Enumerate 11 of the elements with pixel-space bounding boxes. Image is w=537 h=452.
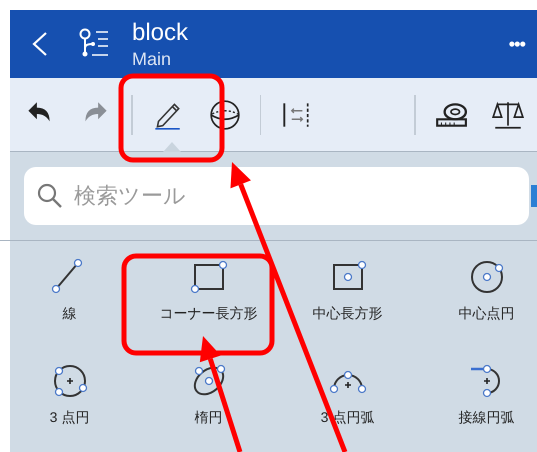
tool-button[interactable]: 楕円 <box>139 345 278 449</box>
tool-button[interactable]: 接線円弧 <box>417 345 537 449</box>
search-field[interactable]: 検索ツール <box>24 167 529 225</box>
tool-button[interactable]: コーナー長方形 <box>139 241 278 345</box>
document-subtitle: Main <box>132 48 172 70</box>
tool-button[interactable]: 線 <box>0 241 139 345</box>
document-title: block <box>132 18 188 48</box>
tool-button[interactable]: 中心点円 <box>417 241 537 345</box>
more-button[interactable]: ••• <box>508 30 537 58</box>
tool-button[interactable]: 3 点円 <box>0 345 139 449</box>
tool-button[interactable]: 中心長方形 <box>278 241 417 345</box>
